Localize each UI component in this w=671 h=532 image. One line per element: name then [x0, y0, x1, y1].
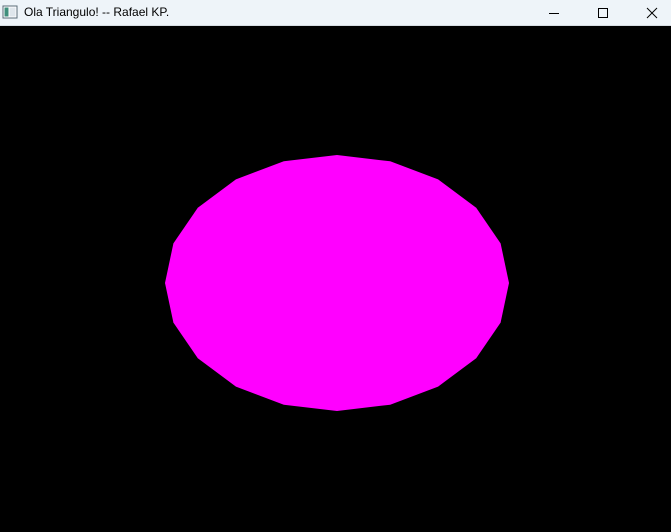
render-surface: [165, 155, 509, 411]
window-title: Ola Triangulo! -- Rafael KP.: [24, 5, 170, 19]
app-window: Ola Triangulo! -- Rafael KP.: [0, 0, 671, 532]
maximize-button[interactable]: [580, 0, 626, 25]
title-bar[interactable]: Ola Triangulo! -- Rafael KP.: [0, 0, 671, 26]
close-button[interactable]: [629, 0, 671, 25]
minimize-button[interactable]: [531, 0, 577, 25]
minimize-icon: [549, 12, 559, 14]
close-icon: [646, 7, 658, 18]
maximize-icon: [598, 7, 608, 18]
window-app-icon: [2, 5, 18, 19]
magenta-circle-shape: [165, 155, 509, 411]
render-canvas[interactable]: [0, 26, 671, 532]
